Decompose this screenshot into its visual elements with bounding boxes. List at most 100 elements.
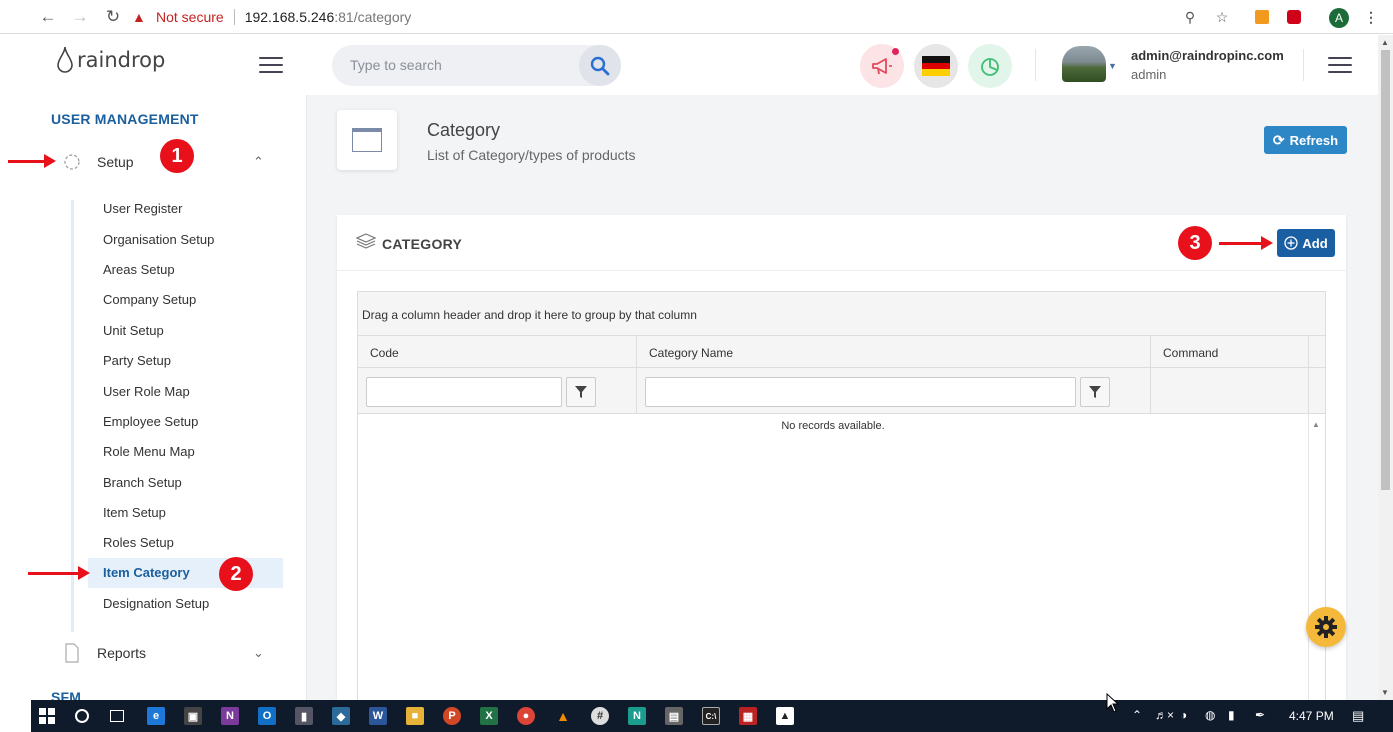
app-icon[interactable]: ▤	[665, 707, 683, 725]
user-avatar[interactable]	[1062, 46, 1106, 82]
sidebar-item-user-register[interactable]: User Register	[103, 201, 182, 216]
category-name-filter-button[interactable]	[1080, 377, 1110, 407]
chart-button[interactable]	[968, 44, 1012, 88]
forward-icon[interactable]: →	[69, 6, 91, 28]
key-icon[interactable]: ⚲	[1179, 6, 1201, 28]
language-button[interactable]	[914, 44, 958, 88]
star-icon[interactable]: ☆	[1211, 6, 1233, 28]
sidebar-toggle-icon[interactable]	[259, 57, 283, 73]
column-header-code[interactable]: Code	[358, 336, 637, 368]
excel-icon[interactable]: X	[480, 707, 498, 725]
address-bar[interactable]: ▲ Not secure 192.168.5.246:81/category	[132, 4, 1240, 30]
sidebar-item-designation-setup[interactable]: Designation Setup	[103, 596, 209, 611]
code-filter-button[interactable]	[566, 377, 596, 407]
chevron-up-icon[interactable]: ⌃	[253, 154, 264, 170]
cortana-icon[interactable]	[73, 707, 91, 725]
search-icon	[590, 56, 610, 75]
refresh-button[interactable]: ⟳ Refresh	[1264, 126, 1347, 154]
extension-bag-icon[interactable]	[1251, 6, 1273, 28]
category-grid: Drag a column header and drop it here to…	[357, 291, 1326, 700]
grid-scroll-up-icon[interactable]: ▲	[1312, 420, 1320, 429]
sidebar-item-areas-setup[interactable]: Areas Setup	[103, 262, 175, 277]
sidebar-item-company-setup[interactable]: Company Setup	[103, 292, 196, 307]
volume-muted-icon[interactable]: ♬×	[1155, 708, 1174, 722]
wifi-icon[interactable]: ◍	[1205, 708, 1215, 722]
sidebar-item-party-setup[interactable]: Party Setup	[103, 353, 171, 368]
file-explorer-icon[interactable]: ■	[406, 707, 424, 725]
sidebar-item-organisation-setup[interactable]: Organisation Setup	[103, 232, 214, 247]
powerpoint-icon[interactable]: P	[443, 707, 461, 725]
pen-icon[interactable]: ✒	[1255, 708, 1265, 722]
sidebar-item-unit-setup[interactable]: Unit Setup	[103, 323, 164, 338]
filter-cell-command	[1151, 368, 1309, 414]
gear-icon	[1315, 616, 1337, 638]
word-icon[interactable]: W	[369, 707, 387, 725]
sidebar-item-item-setup[interactable]: Item Setup	[103, 505, 166, 520]
chrome-icon[interactable]: ●	[517, 707, 535, 725]
category-card: CATEGORY Add Drag a column header and dr…	[337, 215, 1346, 700]
windows-start-icon[interactable]	[38, 707, 56, 725]
reload-icon[interactable]: ↻	[102, 6, 124, 28]
task-view-icon[interactable]	[108, 707, 126, 725]
search-button[interactable]	[579, 45, 621, 86]
scroll-up-icon[interactable]: ▲	[1381, 38, 1389, 47]
tray-chevron-icon[interactable]: ⌃	[1132, 708, 1142, 722]
page-scrollbar[interactable]: ▲ ▼	[1378, 35, 1393, 700]
store-icon[interactable]: ▣	[184, 707, 202, 725]
sidebar-item-employee-setup[interactable]: Employee Setup	[103, 414, 198, 429]
sidebar-item-reports[interactable]: Reports	[61, 640, 146, 666]
vlc-icon[interactable]: ▲	[554, 707, 572, 725]
profile-avatar-icon[interactable]: A	[1328, 6, 1350, 28]
annotation-badge: 2	[219, 557, 253, 591]
sidebar-item-role-menu-map[interactable]: Role Menu Map	[103, 444, 195, 459]
page-icon	[337, 110, 397, 170]
browser-menu-icon[interactable]: ⋮	[1360, 6, 1382, 28]
group-drop-zone[interactable]: Drag a column header and drop it here to…	[358, 292, 1325, 336]
annotation-arrow	[8, 154, 56, 168]
column-header-command[interactable]: Command	[1151, 336, 1309, 368]
category-name-filter-input[interactable]	[645, 377, 1076, 407]
action-center-icon[interactable]: ▤	[1352, 708, 1364, 724]
chevron-down-icon[interactable]: ⌄	[253, 645, 264, 661]
sidebar-item-label: Setup	[97, 154, 134, 170]
network-icon[interactable]: ◑	[1180, 708, 1187, 722]
code-filter-input[interactable]	[366, 377, 562, 407]
app-n-icon[interactable]: N	[628, 707, 646, 725]
archive-icon[interactable]: ▦	[739, 707, 757, 725]
notification-dot	[892, 48, 899, 55]
clock[interactable]: 4:47 PM	[1289, 709, 1334, 723]
header-scroll-spacer	[1309, 336, 1325, 368]
search-box	[332, 45, 621, 86]
annotation-badge: 1	[160, 139, 194, 173]
sidebar-item-roles-setup[interactable]: Roles Setup	[103, 535, 174, 550]
sidebar-item-setup[interactable]: Setup	[61, 149, 134, 175]
opera-icon[interactable]	[1283, 6, 1305, 28]
mouse-cursor-icon	[1106, 693, 1120, 713]
scroll-down-icon[interactable]: ▼	[1381, 688, 1389, 697]
photos-icon[interactable]: ▲	[776, 707, 794, 725]
app-menu-icon[interactable]	[1328, 57, 1352, 73]
sidebar-item-user-role-map[interactable]: User Role Map	[103, 384, 190, 399]
add-button[interactable]: Add	[1277, 229, 1335, 257]
caret-down-icon[interactable]: ▼	[1108, 61, 1117, 71]
grid-scroll-track	[1308, 414, 1309, 700]
filter-cell-category-name	[637, 368, 1151, 414]
scrollbar-thumb[interactable]	[1381, 50, 1390, 490]
app-icon[interactable]: ◆	[332, 707, 350, 725]
outlook-icon[interactable]: O	[258, 707, 276, 725]
column-header-label: Command	[1163, 346, 1219, 360]
settings-fab[interactable]	[1306, 607, 1346, 647]
sidebar-item-branch-setup[interactable]: Branch Setup	[103, 475, 182, 490]
column-header-category-name[interactable]: Category Name	[637, 336, 1151, 368]
battery-icon[interactable]: ▮	[1228, 708, 1235, 722]
onenote-icon[interactable]: N	[221, 707, 239, 725]
app-icon[interactable]: ▮	[295, 707, 313, 725]
app-logo[interactable]: raindrop	[55, 45, 165, 75]
edge-icon[interactable]: e	[147, 707, 165, 725]
back-icon[interactable]: ←	[37, 6, 59, 28]
search-input[interactable]	[350, 57, 570, 73]
cmd-icon[interactable]: C:\	[702, 707, 720, 725]
announcement-button[interactable]	[860, 44, 904, 88]
refresh-icon: ⟳	[1272, 131, 1285, 148]
slack-icon[interactable]: #	[591, 707, 609, 725]
